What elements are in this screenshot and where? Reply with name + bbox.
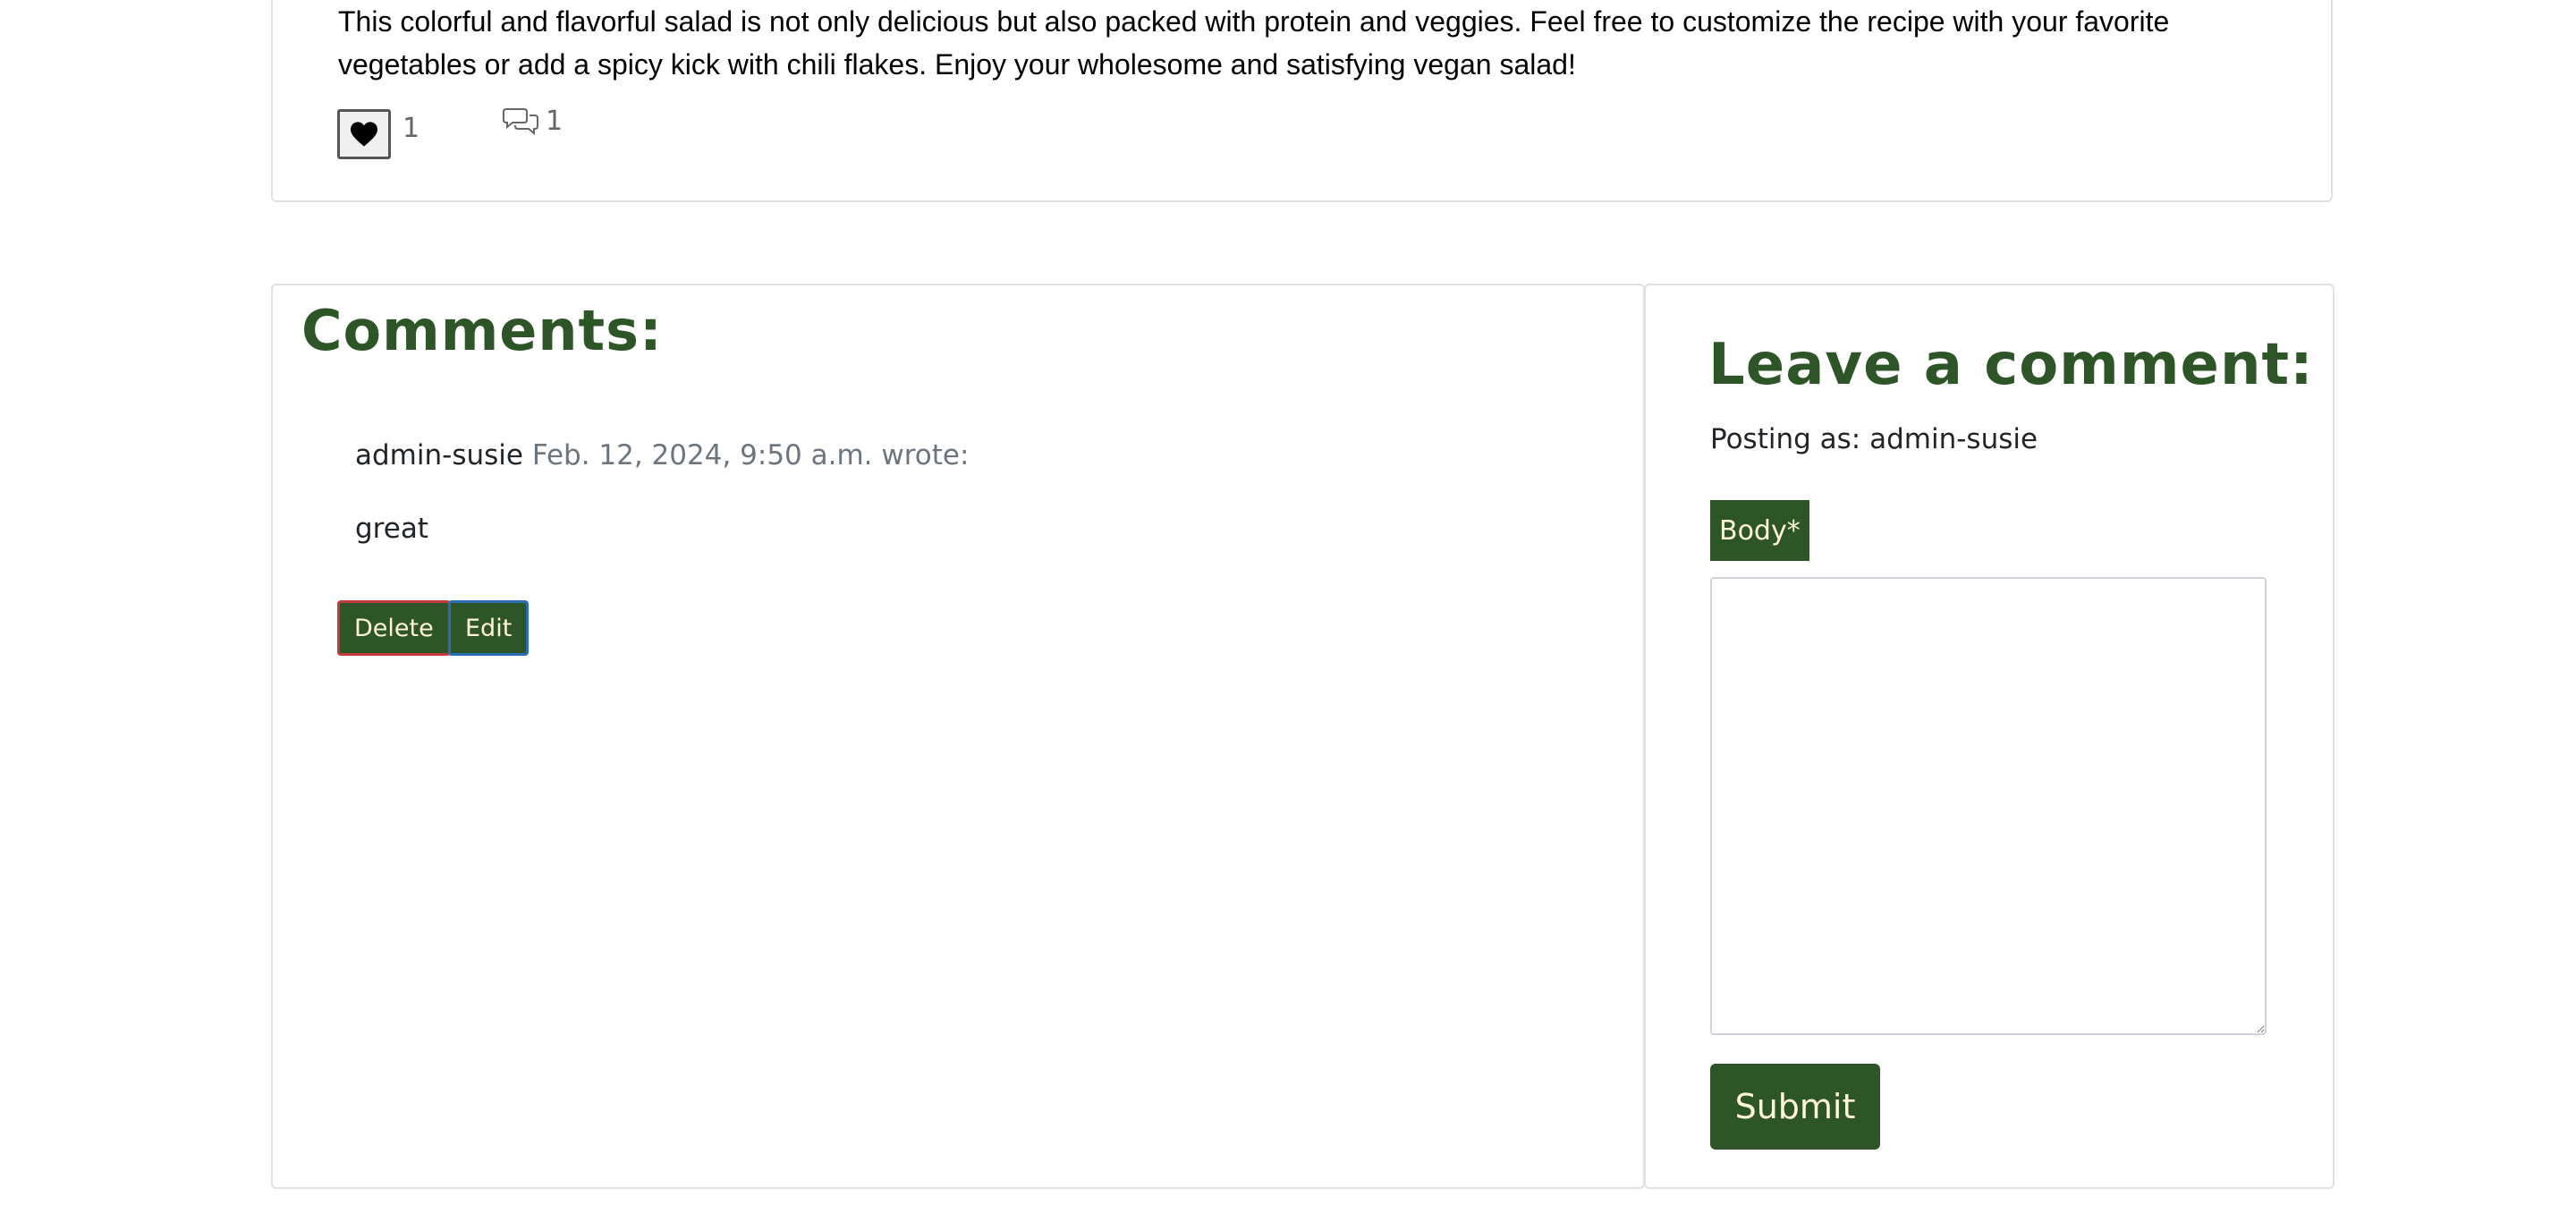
body-field-label: Body*: [1710, 500, 1809, 561]
comment-body: great: [355, 513, 428, 545]
posting-as-text: Posting as: admin-susie: [1710, 423, 2038, 455]
edit-comment-button[interactable]: Edit: [448, 600, 530, 656]
heart-icon: [351, 122, 377, 147]
post-text: This colorful and flavorful salad is not…: [338, 5, 2170, 81]
chat-bubbles-icon: [503, 108, 538, 136]
comments-panel: Comments: admin-susie Feb. 12, 2024, 9:5…: [271, 284, 1645, 1189]
comment-form-panel: Leave a comment: Posting as: admin-susie…: [1644, 284, 2334, 1189]
comment-form-title: Leave a comment:: [1708, 332, 2314, 398]
comment-count: 1: [546, 106, 564, 137]
submit-button[interactable]: Submit: [1710, 1064, 1880, 1150]
comment-date: Feb. 12, 2024, 9:50 a.m. wrote:: [531, 439, 970, 471]
delete-comment-button[interactable]: Delete: [337, 600, 451, 656]
post-card: This colorful and flavorful salad is not…: [271, 0, 2333, 202]
like-count: 1: [402, 113, 420, 144]
comment-author: admin-susie: [355, 439, 523, 471]
comment-meta: admin-susie Feb. 12, 2024, 9:50 a.m. wro…: [355, 439, 969, 471]
comment-body-textarea[interactable]: [1710, 577, 2267, 1035]
like-button[interactable]: [337, 109, 391, 159]
comments-title: Comments:: [301, 298, 663, 363]
